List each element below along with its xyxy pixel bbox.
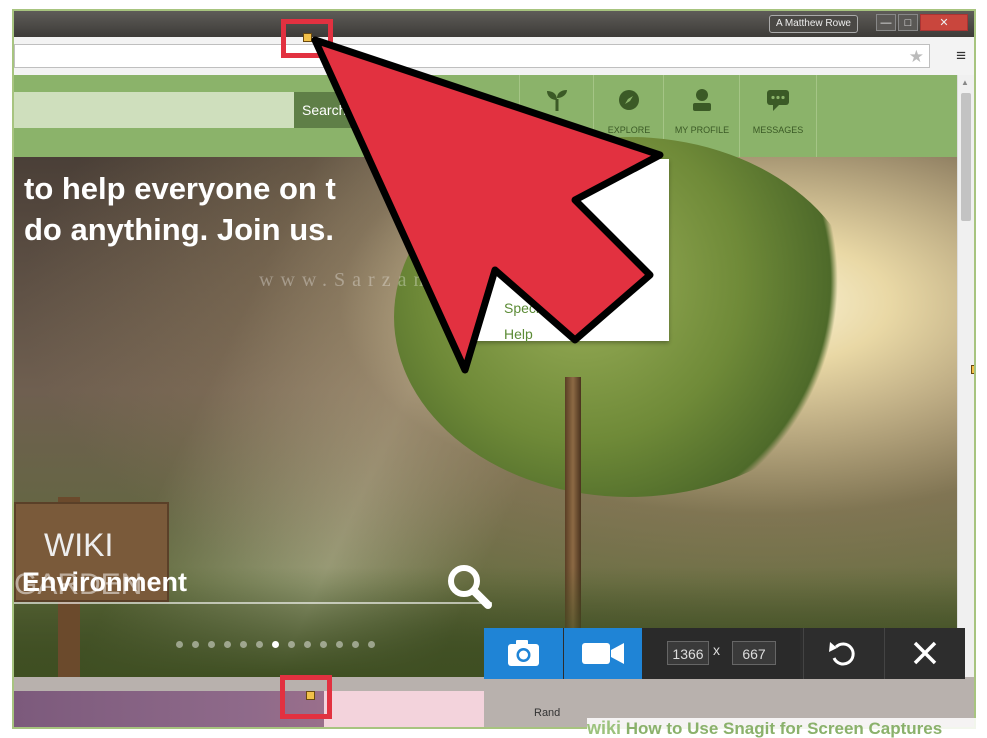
slider-dots — [176, 641, 375, 648]
dimensions-separator: x — [713, 642, 720, 658]
hero-category-title[interactable]: Environment — [22, 567, 187, 598]
close-window-button[interactable]: ✕ — [920, 14, 968, 31]
slider-dot[interactable] — [208, 641, 215, 648]
slider-dot[interactable] — [272, 641, 279, 648]
maximize-button[interactable]: □ — [898, 14, 918, 31]
video-camera-icon — [564, 643, 642, 683]
profile-badge[interactable]: A Matthew Rowe — [768, 15, 858, 33]
search-icon[interactable] — [444, 561, 494, 616]
snagit-capture-toolbar: 1366 x 667 — [484, 628, 965, 679]
slider-dot[interactable] — [288, 641, 295, 648]
capture-height-field[interactable]: 667 — [732, 641, 776, 665]
slider-dot[interactable] — [176, 641, 183, 648]
scroll-thumb[interactable] — [961, 93, 971, 221]
capture-width-field[interactable]: 1366 — [667, 641, 709, 665]
page-scrollbar[interactable]: ▲ — [957, 75, 974, 677]
slider-dot[interactable] — [256, 641, 263, 648]
minimize-button[interactable]: — — [876, 14, 896, 31]
undo-arrow-icon — [804, 642, 884, 683]
camera-icon — [484, 640, 563, 683]
scroll-up-icon[interactable]: ▲ — [961, 78, 969, 87]
sign-wiki-text: WIKI — [44, 527, 114, 563]
capture-image-button[interactable] — [484, 628, 563, 679]
chat-bubble-icon — [740, 87, 816, 115]
nav-item-messages[interactable]: MESSAGES — [739, 75, 817, 157]
slider-dot[interactable] — [192, 641, 199, 648]
slider-dot[interactable] — [224, 641, 231, 648]
browser-menu-icon[interactable]: ≡ — [956, 46, 966, 66]
capture-dimensions: 1366 x 667 — [642, 628, 800, 679]
reset-selection-button[interactable] — [803, 628, 884, 679]
site-search-input[interactable] — [14, 92, 294, 128]
slider-dot[interactable] — [352, 641, 359, 648]
annotation-arrow-icon — [311, 36, 664, 374]
nav-label: MESSAGES — [752, 125, 804, 135]
screenshot-frame: A Matthew Rowe — □ ✕ ★ ≡ Search US — [0, 0, 987, 738]
cancel-capture-button[interactable] — [884, 628, 965, 679]
caption-text: How to Use Snagit for Screen Captures — [625, 719, 943, 738]
close-icon — [885, 641, 965, 683]
hero-headline-line2: do anything. Join us. — [24, 212, 334, 247]
annotation-highlight-bottom — [280, 675, 332, 719]
hero-headline-line1: to help everyone on t — [24, 171, 336, 206]
random-article-button[interactable]: Rand — [534, 707, 560, 719]
slider-dot[interactable] — [368, 641, 375, 648]
slider-dot[interactable] — [320, 641, 327, 648]
slider-dot[interactable] — [240, 641, 247, 648]
selection-handle-right[interactable] — [971, 365, 974, 374]
article-caption: wiki How to Use Snagit for Screen Captur… — [587, 718, 987, 738]
slider-dot[interactable] — [336, 641, 343, 648]
capture-video-button[interactable] — [564, 628, 642, 679]
content-card — [324, 691, 484, 727]
hero-title-underline — [14, 602, 492, 604]
slider-dot[interactable] — [304, 641, 311, 648]
wiki-logo-text: wiki — [587, 718, 622, 738]
bookmark-star-icon[interactable]: ★ — [909, 47, 924, 67]
browser-title-bar: A Matthew Rowe — □ ✕ — [14, 11, 974, 37]
